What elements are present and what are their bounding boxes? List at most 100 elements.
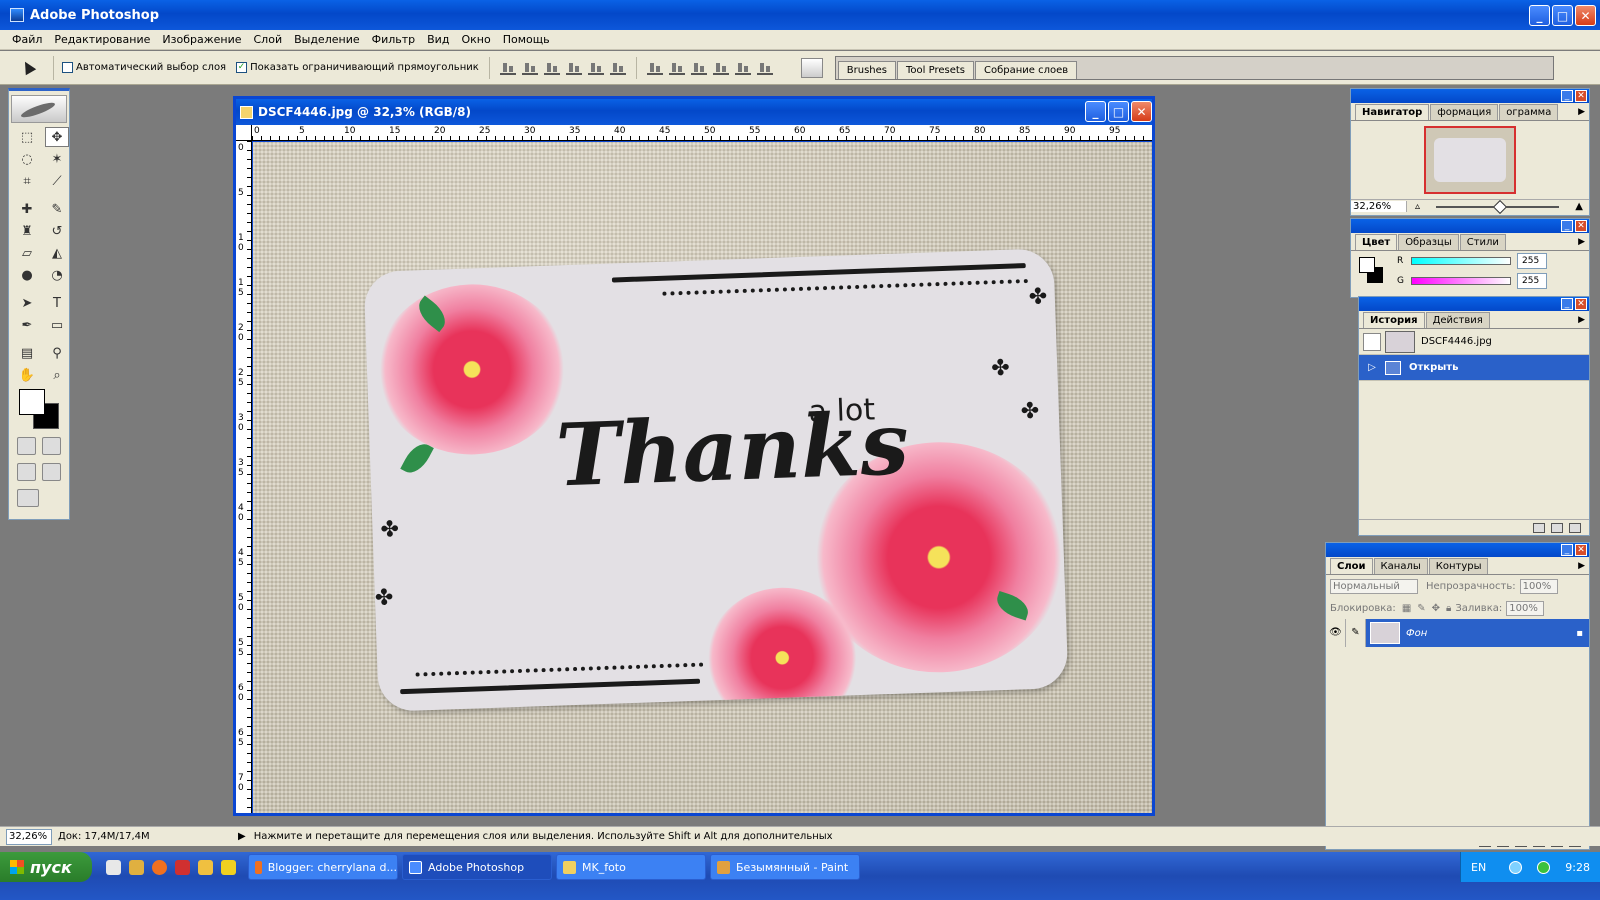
status-menu-arrow-icon[interactable]: ▶ xyxy=(238,831,246,842)
fill-field[interactable]: 100% xyxy=(1506,600,1545,616)
crop-tool-icon[interactable]: ⌗ xyxy=(15,171,39,191)
distribute-right-icon[interactable] xyxy=(756,61,773,75)
tray-network-icon[interactable] xyxy=(1509,860,1523,874)
align-top-icon[interactable] xyxy=(499,61,516,75)
tab-histogram[interactable]: ограмма xyxy=(1499,104,1559,120)
color-mini-swatches[interactable] xyxy=(1359,257,1383,285)
zoom-out-icon[interactable]: ▵ xyxy=(1415,201,1420,212)
menu-file[interactable]: Файл xyxy=(6,33,48,46)
close-button[interactable]: ✕ xyxy=(1575,5,1596,26)
r-value[interactable]: 255 xyxy=(1517,253,1547,269)
menu-edit[interactable]: Редактирование xyxy=(48,33,156,46)
minimize-button[interactable]: _ xyxy=(1529,5,1550,26)
tab-channels[interactable]: Каналы xyxy=(1373,558,1428,574)
auto-select-checkbox[interactable]: Автоматический выбор слоя xyxy=(62,62,226,73)
lock-all-icon[interactable]: 🔒︎ xyxy=(1446,603,1451,614)
hand-tool-icon[interactable]: ✋ xyxy=(15,365,39,385)
new-document-from-state-icon[interactable] xyxy=(1533,522,1545,533)
clone-stamp-tool-icon[interactable]: ♜ xyxy=(15,221,39,241)
history-brush-tool-icon[interactable]: ↺ xyxy=(45,221,69,241)
status-zoom-field[interactable]: 32,26% xyxy=(6,828,52,845)
clock[interactable]: 9:28 xyxy=(1565,861,1590,874)
quick-launch-app-icon[interactable] xyxy=(129,860,144,875)
layers-minimize-button[interactable]: _ xyxy=(1561,544,1573,556)
app-title-bar[interactable]: Adobe Photoshop _ □ ✕ xyxy=(0,0,1600,30)
distribute-top-icon[interactable] xyxy=(646,61,663,75)
layer-link-brush-icon[interactable]: ✎ xyxy=(1346,619,1366,647)
task-blogger[interactable]: Blogger: cherrylana d... xyxy=(248,854,398,880)
tray-security-icon[interactable] xyxy=(1537,860,1551,874)
tab-color[interactable]: Цвет xyxy=(1355,234,1398,250)
notes-tool-icon[interactable]: ▤ xyxy=(15,343,39,363)
vertical-ruler[interactable]: 0 5 1 0 1 5 2 0 2 5 3 0 3 5 4 0 4 5 5 0 5 5 6 0 6 5 7 … xyxy=(236,141,252,813)
color-menu-arrow-icon[interactable]: ▶ xyxy=(1578,234,1585,250)
language-indicator[interactable]: EN xyxy=(1471,861,1486,874)
move-tool-icon[interactable]: ✥ xyxy=(45,127,69,147)
distribute-bottom-icon[interactable] xyxy=(690,61,707,75)
layers-close-button[interactable]: ✕ xyxy=(1575,544,1587,556)
history-step-row[interactable]: ▷ Открыть xyxy=(1359,355,1589,381)
show-bounds-checkbox[interactable]: ✓ Показать ограничивающий прямоугольник xyxy=(236,62,479,73)
tab-info[interactable]: формация xyxy=(1430,104,1499,120)
align-vcenter-icon[interactable] xyxy=(521,61,538,75)
tab-swatches[interactable]: Образцы xyxy=(1398,234,1459,250)
quick-launch-media-icon[interactable] xyxy=(175,860,190,875)
start-button[interactable]: пуск xyxy=(0,852,92,882)
move-tool-preset-icon[interactable] xyxy=(12,55,54,80)
quick-launch-flash-icon[interactable] xyxy=(221,860,236,875)
layer-row-background[interactable]: 👁︎ ✎ Фон ▪ xyxy=(1326,619,1589,647)
navigator-minimize-button[interactable]: _ xyxy=(1561,90,1573,102)
fg-mini-swatch[interactable] xyxy=(1359,257,1375,273)
history-panel-header[interactable]: _ ✕ xyxy=(1359,297,1589,311)
doc-minimize-button[interactable]: _ xyxy=(1085,101,1106,122)
menu-layer[interactable]: Слой xyxy=(248,33,289,46)
navigator-panel-header[interactable]: _ ✕ xyxy=(1351,89,1589,103)
navigator-close-button[interactable]: ✕ xyxy=(1575,90,1587,102)
photoshop-feather-logo[interactable] xyxy=(11,95,67,123)
pen-tool-icon[interactable]: ✒ xyxy=(15,315,39,335)
g-slider[interactable] xyxy=(1411,277,1511,285)
menu-help[interactable]: Помощь xyxy=(497,33,556,46)
tab-navigator[interactable]: Навигатор xyxy=(1355,104,1430,120)
history-snapshot-row[interactable]: DSCF4446.jpg xyxy=(1359,329,1589,355)
navigator-zoom-slider[interactable] xyxy=(1436,205,1560,208)
layer-visibility-eye-icon[interactable]: 👁︎ xyxy=(1326,619,1346,647)
lock-position-icon[interactable]: ✥ xyxy=(1432,603,1440,614)
task-paint[interactable]: Безымянный - Paint xyxy=(710,854,860,880)
menu-filter[interactable]: Фильтр xyxy=(366,33,422,46)
tab-brushes[interactable]: Brushes xyxy=(837,60,897,79)
history-close-button[interactable]: ✕ xyxy=(1575,298,1587,310)
distribute-left-icon[interactable] xyxy=(712,61,729,75)
history-minimize-button[interactable]: _ xyxy=(1561,298,1573,310)
doc-close-button[interactable]: ✕ xyxy=(1131,101,1152,122)
brush-tool-icon[interactable]: ✎ xyxy=(45,199,69,219)
ruler-origin[interactable] xyxy=(236,125,252,141)
color-close-button[interactable]: ✕ xyxy=(1575,220,1587,232)
r-slider[interactable] xyxy=(1411,257,1511,265)
task-photoshop[interactable]: Adobe Photoshop xyxy=(402,854,552,880)
color-panel-header[interactable]: _ ✕ xyxy=(1351,219,1589,233)
standard-screen-icon[interactable] xyxy=(17,463,36,481)
tab-history[interactable]: История xyxy=(1363,312,1425,328)
path-selection-tool-icon[interactable]: ➤ xyxy=(15,293,39,313)
dodge-tool-icon[interactable]: ◔ xyxy=(45,265,69,285)
document-title-bar[interactable]: DSCF4446.jpg @ 32,3% (RGB/8) _ □ ✕ xyxy=(236,99,1152,125)
eyedropper-tool-icon[interactable]: ⚲ xyxy=(45,343,69,363)
tab-paths[interactable]: Контуры xyxy=(1428,558,1489,574)
task-mk-foto[interactable]: MK_foto xyxy=(556,854,706,880)
history-menu-arrow-icon[interactable]: ▶ xyxy=(1578,312,1585,328)
zoom-tool-icon[interactable]: ⌕ xyxy=(45,365,69,385)
status-doc-size[interactable]: Док: 17,4M/17,4M xyxy=(58,831,238,842)
eraser-tool-icon[interactable]: ▱ xyxy=(15,243,39,263)
align-right-icon[interactable] xyxy=(609,61,626,75)
tab-tool-presets[interactable]: Tool Presets xyxy=(897,60,975,79)
tab-actions[interactable]: Действия xyxy=(1425,312,1490,328)
paint-bucket-tool-icon[interactable]: ◭ xyxy=(45,243,69,263)
blur-tool-icon[interactable]: ● xyxy=(15,265,39,285)
lock-transparency-icon[interactable]: ▦ xyxy=(1402,603,1411,614)
align-hcenter-icon[interactable] xyxy=(587,61,604,75)
menu-image[interactable]: Изображение xyxy=(156,33,247,46)
image-canvas[interactable]: Thanks a lot ✤ ✤ ✤ ✤ ✤ xyxy=(253,142,1152,813)
slice-tool-icon[interactable]: ⟋ xyxy=(45,171,69,191)
opacity-field[interactable]: 100% xyxy=(1519,578,1558,594)
